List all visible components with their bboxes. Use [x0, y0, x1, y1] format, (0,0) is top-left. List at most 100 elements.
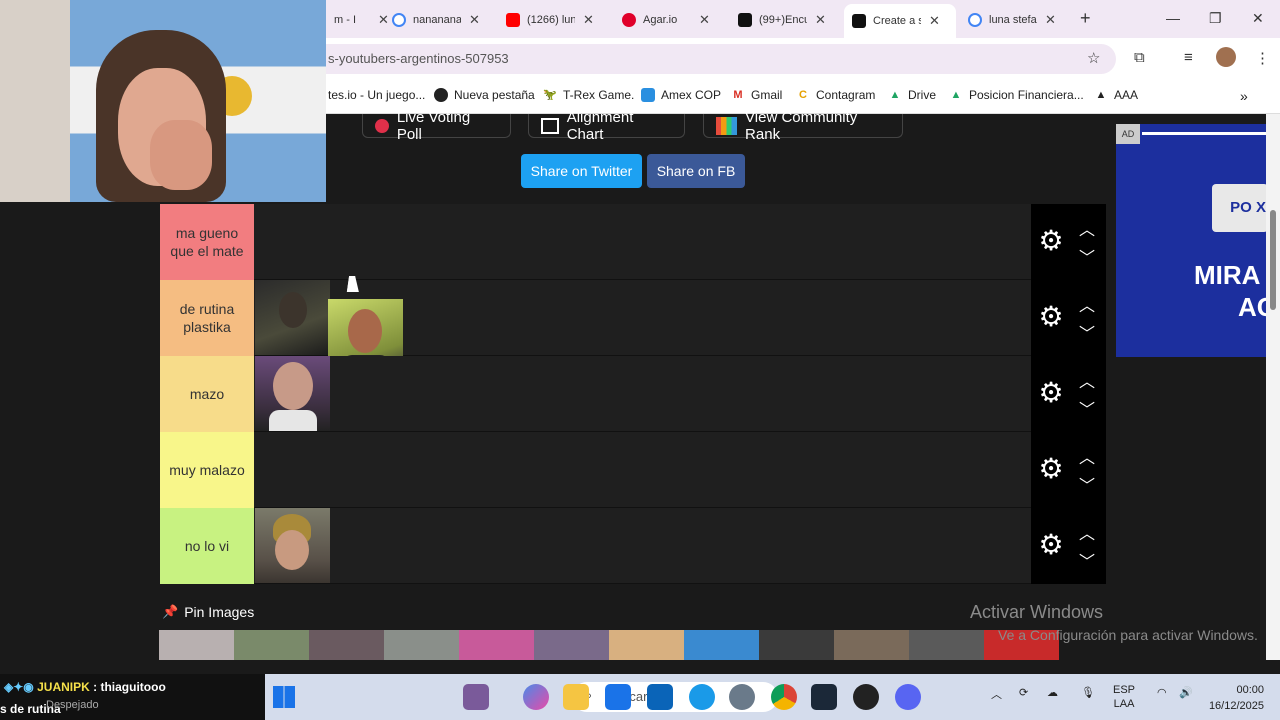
chevron-up-icon[interactable]: ︿ [1075, 216, 1099, 239]
widget-icon[interactable] [463, 684, 489, 710]
advertisement[interactable]: AD PO X MIRA AC [1116, 124, 1276, 357]
tab-7[interactable]: luna stefa ✕ [960, 6, 1064, 34]
settings-icon[interactable] [729, 684, 755, 710]
bookmark[interactable]: M Gmail [731, 88, 782, 102]
close-icon[interactable]: ✕ [583, 12, 594, 28]
chevron-up-icon[interactable]: ︿ [1075, 444, 1099, 467]
live-voting-poll-button[interactable]: Live Voting Poll [362, 109, 511, 143]
page-scrollbar[interactable] [1266, 114, 1280, 660]
scrollbar-thumb[interactable] [1270, 210, 1276, 310]
close-icon[interactable]: ✕ [469, 12, 480, 28]
close-window-icon[interactable]: ✕ [1252, 10, 1264, 27]
clock[interactable]: 00:00 16/12/2025 [1196, 682, 1264, 714]
gear-icon[interactable]: ⚙ [1036, 302, 1066, 332]
copilot-icon[interactable] [523, 684, 549, 710]
share-fb-button[interactable]: Share on FB [647, 154, 745, 188]
chevron-up-icon[interactable]: ︿ [1075, 520, 1099, 543]
close-icon[interactable]: ✕ [699, 12, 710, 28]
gear-icon[interactable]: ⚙ [1036, 454, 1066, 484]
sync-icon[interactable]: ⟳ [1019, 686, 1028, 699]
pool-image[interactable] [609, 630, 684, 660]
tier-row[interactable]: ma gueno que el mate ⚙ ︿ ﹀ [160, 204, 1106, 280]
more-bookmarks-icon[interactable]: » [1240, 88, 1248, 104]
menu-icon[interactable]: ⋮ [1255, 49, 1270, 67]
gear-icon[interactable]: ⚙ [1036, 226, 1066, 256]
pool-image[interactable] [534, 630, 609, 660]
tier-label[interactable]: mazo [160, 356, 254, 432]
aaa-icon: ▲ [1095, 89, 1107, 101]
tier-row[interactable]: muy malazo ⚙ ︿ ﹀ [160, 432, 1106, 508]
portrait-image[interactable] [255, 280, 330, 355]
chevron-up-icon[interactable]: ︿ [1075, 292, 1099, 315]
pool-image[interactable] [834, 630, 909, 660]
close-icon[interactable]: ✕ [815, 12, 826, 28]
file-explorer-icon[interactable] [563, 684, 589, 710]
tab-6-active[interactable]: Create a s ✕ [844, 4, 956, 38]
tier-label[interactable]: muy malazo [160, 432, 254, 508]
chevron-down-icon[interactable]: ﹀ [1075, 396, 1099, 419]
pool-image[interactable] [234, 630, 309, 660]
chevron-down-icon[interactable]: ﹀ [1075, 320, 1099, 343]
chrome-icon[interactable] [771, 684, 797, 710]
bookmark[interactable]: Nueva pestaña [434, 88, 535, 102]
store-icon[interactable] [605, 684, 631, 710]
media-icon[interactable]: ≡ [1184, 49, 1193, 66]
gear-icon[interactable]: ⚙ [1036, 378, 1066, 408]
profile-avatar[interactable] [1216, 47, 1236, 67]
cloud-icon[interactable]: ☁ [1047, 686, 1058, 699]
extensions-icon[interactable]: ⧉ [1134, 49, 1145, 66]
bookmark[interactable]: C Contagram [796, 88, 875, 102]
minimize-icon[interactable]: — [1166, 10, 1180, 26]
bookmark[interactable]: ▲ Drive [888, 88, 936, 102]
steam-icon[interactable] [811, 684, 837, 710]
drive-icon: ▲ [889, 89, 901, 101]
tier-row[interactable]: no lo vi ⚙ ︿ ﹀ [160, 508, 1106, 584]
gear-icon[interactable]: ⚙ [1036, 530, 1066, 560]
pool-image[interactable] [684, 630, 759, 660]
maximize-icon[interactable]: ❐ [1209, 10, 1222, 27]
portrait-image[interactable] [255, 508, 330, 583]
tier-row[interactable]: de rutina plastika ⚙ ︿ ﹀ [160, 280, 1106, 374]
discord-icon[interactable] [895, 684, 921, 710]
bookmark[interactable]: tes.io - Un juego... [328, 88, 425, 102]
new-tab-button[interactable]: + [1080, 8, 1091, 29]
chevron-up-icon[interactable]: ︿ [1075, 368, 1099, 391]
alignment-chart-button[interactable]: Alignment Chart [528, 109, 685, 143]
pool-image[interactable] [384, 630, 459, 660]
tab-4[interactable]: Agar.io ✕ [614, 6, 718, 34]
pool-image[interactable] [459, 630, 534, 660]
close-icon[interactable]: ✕ [1045, 12, 1056, 28]
bookmark[interactable]: ▲ AAA [1094, 88, 1138, 102]
bookmark[interactable]: 🦖 T-Rex Game. [543, 88, 634, 102]
tab-2[interactable]: nananana ✕ [384, 6, 488, 34]
tray-overflow-icon[interactable]: ︿ [991, 686, 1002, 702]
windows-start-icon[interactable] [273, 686, 295, 708]
share-twitter-button[interactable]: Share on Twitter [521, 154, 642, 188]
edge-icon[interactable] [689, 684, 715, 710]
microphone-icon[interactable]: 🎙 [1081, 686, 1095, 699]
tier-label[interactable]: no lo vi [160, 508, 254, 584]
portrait-image[interactable] [255, 356, 330, 431]
close-icon[interactable]: ✕ [929, 13, 940, 29]
bookmark[interactable]: Amex COP [641, 88, 721, 102]
volume-icon[interactable]: 🔊 [1179, 686, 1193, 699]
tier-label[interactable]: ma gueno que el mate [160, 204, 254, 280]
wifi-icon[interactable]: ◠ [1157, 686, 1167, 699]
pool-image[interactable] [759, 630, 834, 660]
obs-icon[interactable] [853, 684, 879, 710]
pool-image[interactable] [309, 630, 384, 660]
tab-5[interactable]: (99+)Encu ✕ [730, 6, 834, 34]
chevron-down-icon[interactable]: ﹀ [1075, 548, 1099, 571]
community-rank-button[interactable]: View Community Rank [703, 109, 903, 143]
tier-label[interactable]: de rutina plastika [160, 280, 254, 356]
outlook-icon[interactable] [647, 684, 673, 710]
pool-image[interactable] [159, 630, 234, 660]
star-icon[interactable]: ☆ [1087, 49, 1100, 67]
chevron-down-icon[interactable]: ﹀ [1075, 244, 1099, 267]
tab-3[interactable]: (1266) lun ✕ [498, 6, 602, 34]
pool-image[interactable] [909, 630, 984, 660]
chevron-down-icon[interactable]: ﹀ [1075, 472, 1099, 495]
language-indicator[interactable]: ESP LAA [1113, 683, 1135, 711]
bookmark[interactable]: ▲ Posicion Financiera... [949, 88, 1084, 102]
tier-row[interactable]: mazo ⚙ ︿ ﹀ [160, 356, 1106, 432]
